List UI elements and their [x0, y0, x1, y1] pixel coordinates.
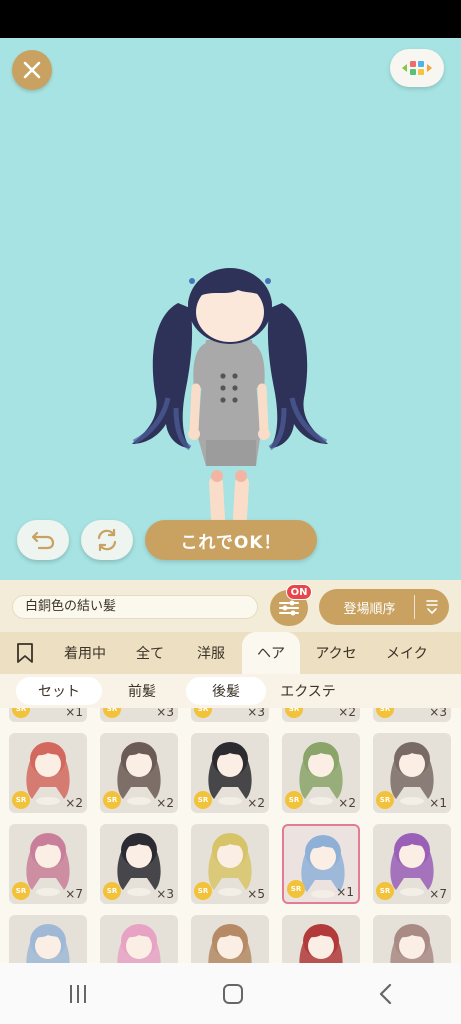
selected-item-name: 白銅色の結い髪: [12, 595, 258, 619]
sort-label: 登場順序: [343, 601, 396, 617]
back-icon[interactable]: [376, 982, 396, 1006]
item-card[interactable]: SR ×2: [282, 733, 360, 813]
item-quantity: ×2: [65, 796, 83, 810]
layout-toggle-button[interactable]: [390, 49, 444, 87]
item-card[interactable]: SR ×3: [373, 708, 451, 722]
item-grid: SR ×1 SR ×3 SR ×3 SR ×2 SR ×3 SR ×2 SR ×2 SR ×2 SR ×2 SR ×1…: [0, 708, 461, 963]
rarity-badge: SR: [194, 882, 212, 900]
rarity-badge: SR: [103, 791, 121, 809]
rarity-badge: SR: [12, 791, 30, 809]
rarity-badge: SR: [376, 791, 394, 809]
tab-hair[interactable]: ヘア: [242, 632, 300, 674]
rotate-icon: [97, 528, 117, 552]
item-card[interactable]: [9, 915, 87, 963]
sort-direction-icon: [426, 600, 438, 614]
item-quantity: ×7: [65, 887, 83, 901]
item-card[interactable]: [373, 915, 451, 963]
category-tabs: 着用中 全て 洋服 ヘア アクセ メイク: [0, 632, 461, 674]
filter-on-badge: ON: [286, 584, 312, 600]
item-card[interactable]: SR ×1: [373, 733, 451, 813]
sort-order-button[interactable]: 登場順序: [319, 589, 449, 625]
tab-wearing[interactable]: 着用中: [50, 632, 120, 674]
subtab-set[interactable]: セット: [16, 677, 102, 705]
item-card[interactable]: SR ×3: [191, 708, 269, 722]
item-card-selected[interactable]: SR ×1: [282, 824, 360, 904]
rarity-badge: SR: [194, 708, 212, 718]
item-quantity: ×5: [247, 887, 265, 901]
item-quantity: ×2: [156, 796, 174, 810]
hair-thumbnail: [26, 924, 70, 963]
home-icon[interactable]: [221, 982, 245, 1006]
item-quantity: ×3: [156, 708, 174, 719]
rarity-badge: SR: [376, 708, 394, 718]
item-card[interactable]: SR ×3: [100, 824, 178, 904]
undo-button[interactable]: [17, 520, 69, 560]
subtab-back-hair[interactable]: 後髪: [186, 677, 266, 705]
sort-direction-toggle[interactable]: [415, 599, 449, 615]
item-quantity: ×1: [429, 796, 447, 810]
grid-layout-icon: [402, 61, 432, 75]
rarity-badge: SR: [103, 882, 121, 900]
item-card[interactable]: [100, 915, 178, 963]
item-quantity: ×2: [338, 796, 356, 810]
tab-bookmark[interactable]: [0, 632, 50, 674]
rotate-avatar-button[interactable]: [81, 520, 133, 560]
tab-all[interactable]: 全て: [120, 632, 180, 674]
item-info-bar: 白銅色の結い髪 ON 登場順序: [0, 580, 461, 632]
recent-apps-icon[interactable]: [66, 983, 90, 1005]
tab-accessories[interactable]: アクセ: [300, 632, 372, 674]
item-quantity: ×3: [247, 708, 265, 719]
rarity-badge: SR: [287, 880, 305, 898]
item-card[interactable]: SR ×2: [191, 733, 269, 813]
rarity-badge: SR: [12, 882, 30, 900]
confirm-ok-button[interactable]: これでOK！: [145, 520, 317, 560]
sliders-icon: [279, 600, 299, 616]
tab-makeup[interactable]: メイク: [372, 632, 461, 674]
item-quantity: ×1: [65, 708, 83, 719]
undo-icon: [31, 531, 55, 550]
rarity-badge: SR: [285, 708, 303, 718]
subtab-bangs[interactable]: 前髪: [102, 677, 182, 705]
item-quantity: ×1: [336, 885, 354, 899]
hair-thumbnail: [299, 924, 343, 963]
item-card[interactable]: SR ×3: [100, 708, 178, 722]
close-button[interactable]: [12, 50, 52, 90]
rarity-badge: SR: [194, 791, 212, 809]
tab-clothes[interactable]: 洋服: [180, 632, 242, 674]
item-card[interactable]: SR ×7: [9, 824, 87, 904]
item-quantity: ×3: [429, 708, 447, 719]
item-quantity: ×7: [429, 887, 447, 901]
system-nav-bar: [0, 963, 461, 1024]
item-card[interactable]: [191, 915, 269, 963]
close-icon: [23, 61, 41, 79]
item-card[interactable]: SR ×2: [282, 708, 360, 722]
subtab-extensions[interactable]: エクステ: [266, 677, 350, 705]
rarity-badge: SR: [285, 791, 303, 809]
hair-subtabs: セット 前髪 後髪 エクステ: [0, 674, 461, 708]
item-card[interactable]: SR ×5: [191, 824, 269, 904]
avatar-character: [132, 268, 328, 530]
item-card[interactable]: SR ×2: [9, 733, 87, 813]
item-quantity: ×3: [156, 887, 174, 901]
rarity-badge: SR: [103, 708, 121, 718]
bookmark-icon: [17, 643, 33, 663]
item-card[interactable]: SR ×2: [100, 733, 178, 813]
item-quantity: ×2: [247, 796, 265, 810]
avatar-stage: これでOK！: [0, 38, 461, 580]
status-bar: [0, 0, 461, 38]
hair-thumbnail: [390, 924, 434, 963]
item-card[interactable]: SR ×7: [373, 824, 451, 904]
hair-thumbnail: [208, 924, 252, 963]
item-card[interactable]: SR ×1: [9, 708, 87, 722]
item-card[interactable]: [282, 915, 360, 963]
hair-thumbnail: [117, 924, 161, 963]
item-quantity: ×2: [338, 708, 356, 719]
rarity-badge: SR: [12, 708, 30, 718]
rarity-badge: SR: [376, 882, 394, 900]
